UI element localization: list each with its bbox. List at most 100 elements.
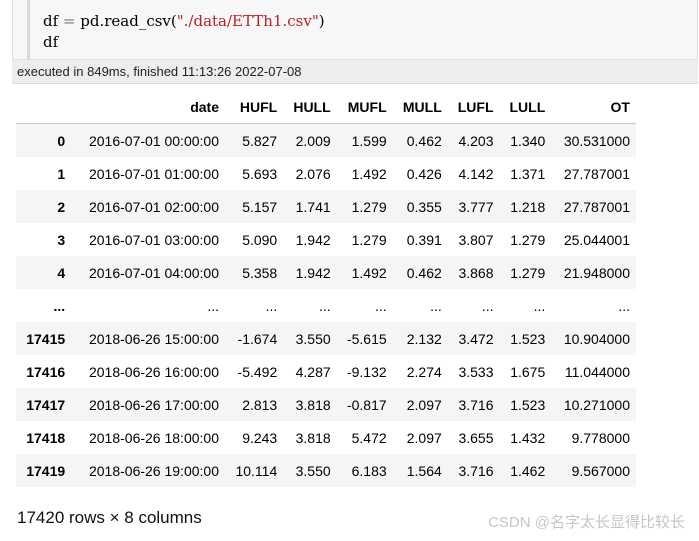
table-cell: 1.492: [351, 264, 387, 281]
table-cell: ...: [430, 297, 442, 314]
table-cell: 0.462: [406, 132, 442, 149]
dataframe-table: date HUFL HULL MUFL MULL LUFL LULL OT 0 2…: [16, 90, 636, 487]
code-token-operator: =: [58, 12, 81, 30]
code-token-close-paren: ): [318, 12, 325, 30]
table-cell: 4.203: [458, 132, 494, 149]
table-cell: 5.472: [351, 429, 387, 446]
row-index: ...: [53, 297, 66, 314]
table-cell: 27.787001: [563, 198, 630, 215]
row-index: 17417: [26, 396, 66, 413]
table-cell: 1.523: [510, 396, 546, 413]
table-row: ...........................: [16, 289, 636, 322]
row-index: 17418: [26, 429, 66, 446]
table-cell: 6.183: [351, 462, 387, 479]
table-cell: 3.777: [458, 198, 494, 215]
column-header: date: [71, 90, 225, 124]
table-cell: 2018-06-26 16:00:00: [88, 363, 219, 380]
table-cell: 1.564: [406, 462, 442, 479]
table-cell: ...: [265, 297, 278, 314]
table-cell: -0.817: [346, 396, 387, 413]
table-cell: 3.472: [458, 330, 494, 347]
table-row: 4 2016-07-01 04:00:00 5.358 1.942 1.492 0.462…: [16, 256, 636, 289]
column-header: HUFL: [224, 90, 284, 124]
execution-info-bar: executed in 849ms, finished 11:13:26 202…: [12, 60, 698, 84]
table-cell: 3.818: [295, 396, 331, 413]
dataframe-shape: 17420 rows × 8 columns: [17, 508, 202, 527]
table-cell: 9.243: [242, 429, 278, 446]
table-row: 17418 2018-06-26 18:00:00 9.243 3.818 5.472 2…: [16, 421, 636, 454]
table-cell: 5.693: [242, 165, 278, 182]
code-cell-gutter: [27, 0, 30, 60]
table-cell: 1.218: [510, 198, 546, 215]
table-cell: 2016-07-01 03:00:00: [88, 231, 219, 248]
table-cell: 0.426: [406, 165, 442, 182]
code-cell[interactable]: df = pd.read_csv("./data/ETTh1.csv") df: [12, 0, 698, 60]
row-index: 1: [57, 165, 66, 182]
index-header: [16, 90, 72, 124]
table-cell: 4.287: [295, 363, 331, 380]
table-cell: 2016-07-01 00:00:00: [88, 132, 219, 149]
table-body: 0 2016-07-01 00:00:00 5.827 2.009 1.599 0.462…: [16, 123, 636, 487]
table-cell: 1.523: [510, 330, 546, 347]
table-cell: 2.813: [242, 396, 278, 413]
table-row: 0 2016-07-01 00:00:00 5.827 2.009 1.599 0.462…: [16, 123, 636, 157]
table-cell: 2.274: [406, 363, 442, 380]
table-cell: 2.132: [406, 330, 442, 347]
table-cell: 21.948000: [563, 264, 630, 281]
table-cell: 2.009: [295, 132, 331, 149]
row-index: 4: [57, 264, 66, 281]
table-cell: ...: [618, 297, 630, 314]
table-cell: 1.279: [510, 231, 546, 248]
table-row: 17416 2018-06-26 16:00:00 -5.492 4.287 -9.13…: [16, 355, 636, 388]
table-cell: -5.492: [237, 363, 278, 380]
column-header: LULL: [499, 90, 552, 124]
table-cell: ...: [207, 297, 219, 314]
row-index: 2: [57, 198, 66, 215]
code-line-1[interactable]: df = pd.read_csv("./data/ETTh1.csv"): [43, 12, 325, 30]
table-row: 3 2016-07-01 03:00:00 5.090 1.942 1.279 0.391…: [16, 223, 636, 256]
table-cell: 2.097: [406, 429, 442, 446]
table-cell: 3.716: [458, 462, 494, 479]
table-cell: -5.615: [346, 330, 387, 347]
execution-info-text: executed in 849ms, finished 11:13:26 202…: [17, 64, 302, 79]
table-cell: 1.492: [351, 165, 387, 182]
table-cell: 1.462: [510, 462, 546, 479]
table-cell: ...: [374, 297, 387, 314]
table-cell: 2.097: [406, 396, 442, 413]
table-cell: 10.271000: [563, 396, 630, 413]
table-cell: 5.358: [242, 264, 278, 281]
table-row: 17415 2018-06-26 15:00:00 -1.674 3.550 -5.61…: [16, 322, 636, 355]
table-cell: 0.462: [406, 264, 442, 281]
row-index: 3: [57, 231, 66, 248]
table-cell: 1.340: [510, 132, 546, 149]
table-cell: 1.675: [510, 363, 546, 380]
table-cell: 0.391: [406, 231, 442, 248]
column-header: HULL: [283, 90, 337, 124]
table-cell: 10.114: [235, 462, 278, 479]
code-line-2[interactable]: df: [43, 33, 58, 51]
row-index: 0: [57, 132, 66, 149]
table-cell: 2.076: [295, 165, 331, 182]
code-token-call: pd.read_csv(: [80, 12, 177, 30]
row-index: 17416: [26, 363, 66, 380]
table-row: 17417 2018-06-26 17:00:00 2.813 3.818 -0.817…: [16, 388, 636, 421]
table-cell: 5.827: [242, 132, 278, 149]
table-cell: 25.044001: [563, 231, 630, 248]
table-cell: 2018-06-26 15:00:00: [88, 330, 219, 347]
table-cell: 3.550: [295, 462, 331, 479]
table-cell: 3.807: [458, 231, 494, 248]
table-cell: 10.904000: [563, 330, 630, 347]
table-cell: 1.741: [295, 198, 331, 215]
table-row: 17419 2018-06-26 19:00:00 10.114 3.550 6.183…: [16, 454, 636, 487]
column-header: MUFL: [336, 90, 393, 124]
table-cell: 1.371: [510, 165, 546, 182]
table-cell: 1.599: [351, 132, 387, 149]
table-cell: ...: [318, 297, 331, 314]
table-cell: 3.868: [458, 264, 494, 281]
table-cell: 3.818: [295, 429, 331, 446]
table-cell: 2018-06-26 18:00:00: [88, 429, 219, 446]
table-row: 1 2016-07-01 01:00:00 5.693 2.076 1.492 0.426…: [16, 157, 636, 190]
table-cell: -1.674: [237, 330, 278, 347]
table-cell: 30.531000: [563, 132, 630, 149]
table-cell: 2016-07-01 04:00:00: [88, 264, 219, 281]
